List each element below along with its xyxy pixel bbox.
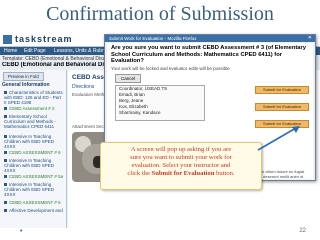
page-number: 22 <box>299 228 306 234</box>
screenshot-frame: taskstream Home Edit Page Lessons, Units… <box>0 32 320 228</box>
slide-title: Confirmation of Submission <box>46 3 274 25</box>
cancel-button[interactable]: Cancel <box>115 74 142 83</box>
confirm-question: Are you sure you want to submit CEBD Ass… <box>111 45 306 64</box>
evaluator-list[interactable]: Coordinator, USEAD TS Emadi, Brian Berg,… <box>115 85 205 121</box>
sidebar-item[interactable]: Intensive In Teaching Children with EBD … <box>4 182 64 197</box>
instruction-callout: A screen will pop up asking if you are s… <box>100 142 262 190</box>
sidebar-item[interactable]: CEBD ASSESSMENT # 5 <box>4 200 64 205</box>
app-logo[interactable]: taskstream <box>15 34 73 44</box>
nav-item-edit[interactable]: Edit Page <box>24 47 46 55</box>
slide-bullet: • <box>20 228 23 235</box>
sidebar-heading[interactable]: General Information <box>2 82 50 88</box>
sidebar-item[interactable]: CEBD Assessment # 2 <box>4 106 64 111</box>
preview-button[interactable]: Preview in Fold <box>3 72 44 81</box>
submit-for-evaluation-button[interactable]: Submit for Evaluation <box>255 103 309 111</box>
list-item[interactable]: Sharmainy, Kandace <box>116 110 204 116</box>
directions-link[interactable]: Directions <box>72 84 94 90</box>
taskstream-logo-icon <box>3 35 12 44</box>
sidebar-item[interactable]: CEBD ASSESSMENT # 6 <box>4 150 64 155</box>
submit-for-evaluation-button[interactable]: Submit for Evaluation <box>255 120 309 128</box>
callout-text: A screen will pop up asking if you are s… <box>127 146 235 177</box>
close-icon[interactable]: ✕ <box>308 35 312 42</box>
sidebar-item[interactable]: Intensive In Teaching Children with EBD … <box>4 134 64 149</box>
nav-item-home[interactable]: Home <box>4 47 17 55</box>
submit-for-evaluation-button[interactable]: Submit for Evaluation <box>255 86 309 94</box>
attachment-section-link[interactable]: Attachment Sec <box>72 124 104 129</box>
sidebar-item[interactable]: Affective Development and <box>4 208 64 213</box>
sidebar-item[interactable]: Intensive In Teaching Children with EBD … <box>4 158 64 173</box>
sidebar-item[interactable]: Elementary School Curriculum and Methods… <box>4 114 64 129</box>
confirm-note: Your work will be locked and evaluator e… <box>111 66 231 71</box>
sidebar-item[interactable]: CEBD ASSESSMENT # 5a <box>4 174 64 179</box>
dialog-title: Submit Work for Evaluation - Mozilla Fir… <box>109 36 197 41</box>
sidebar: Preview in Fold General Information Char… <box>0 70 67 228</box>
dialog-title-bar: Submit Work for Evaluation - Mozilla Fir… <box>105 35 315 42</box>
nav-item-lessons[interactable]: Lessons, Units & Rubrics <box>54 47 110 55</box>
sidebar-item[interactable]: Characteristics of Students with EBD: 12… <box>4 90 64 105</box>
